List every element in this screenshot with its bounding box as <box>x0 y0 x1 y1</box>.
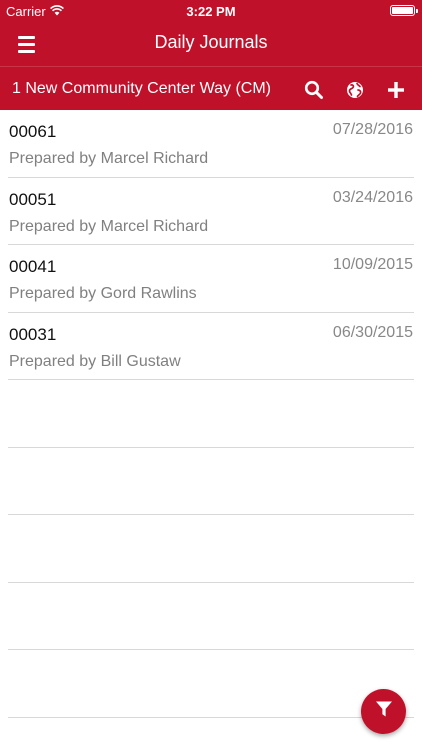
empty-row <box>0 583 422 651</box>
journal-prepared-by: Prepared by Gord Rawlins <box>9 285 197 302</box>
journal-list: 00061 07/28/2016 Prepared by Marcel Rich… <box>0 110 422 718</box>
list-item[interactable]: 00031 06/30/2015 Prepared by Bill Gustaw <box>0 313 422 381</box>
journal-date: 03/24/2016 <box>332 188 413 206</box>
journal-prepared-by: Prepared by Marcel Richard <box>9 217 209 235</box>
journal-prepared-by: Prepared by Marcel Richard <box>9 150 209 167</box>
empty-row <box>0 515 422 583</box>
search-icon[interactable] <box>301 77 327 103</box>
status-bar: Carrier 3:22 PM <box>0 0 422 22</box>
journal-prepared-by: Prepared by Bill Gustaw <box>9 352 181 370</box>
journal-date: 07/28/2016 <box>332 121 413 138</box>
journal-number: 00061 <box>9 122 57 141</box>
empty-row <box>0 448 422 516</box>
project-title[interactable]: 1 New Community Center Way (CM) <box>12 80 271 98</box>
journal-date: 06/30/2015 <box>332 323 413 341</box>
battery-icon <box>390 5 418 16</box>
page-title: Daily Journals <box>154 32 268 52</box>
empty-row <box>0 650 422 718</box>
journal-number: 00051 <box>9 189 57 209</box>
journal-number: 00031 <box>9 324 57 344</box>
navigation-bar: Daily Journals <box>0 22 422 66</box>
journal-number: 00041 <box>9 257 57 276</box>
header: Carrier 3:22 PM Daily Journals 1 New Com… <box>0 0 422 110</box>
filter-icon <box>375 700 393 723</box>
status-time: 3:22 PM <box>186 4 236 19</box>
plus-icon[interactable] <box>383 77 409 103</box>
globe-icon[interactable] <box>342 77 368 103</box>
list-item[interactable]: 00041 10/09/2015 Prepared by Gord Rawlin… <box>0 245 422 313</box>
list-item[interactable]: 00051 03/24/2016 Prepared by Marcel Rich… <box>0 178 422 246</box>
list-item[interactable]: 00061 07/28/2016 Prepared by Marcel Rich… <box>0 110 422 178</box>
journal-date: 10/09/2015 <box>332 256 413 273</box>
filter-button[interactable] <box>361 689 406 734</box>
project-bar: 1 New Community Center Way (CM) <box>0 66 422 110</box>
empty-row <box>0 380 422 448</box>
